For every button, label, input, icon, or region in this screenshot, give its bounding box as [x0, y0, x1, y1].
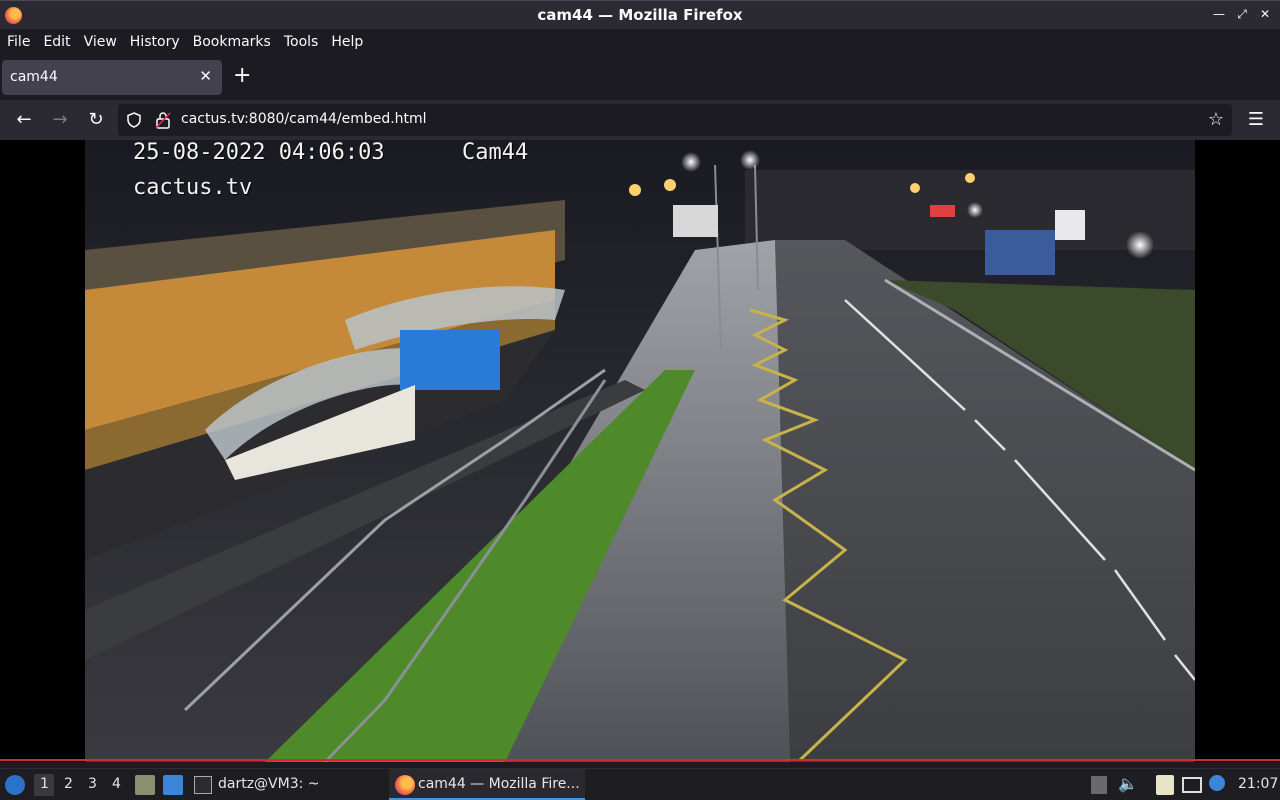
- menu-history[interactable]: History: [130, 34, 180, 50]
- menu-help[interactable]: Help: [331, 34, 363, 50]
- app-menu-icon[interactable]: ☰: [1244, 108, 1268, 132]
- firefox-task: cam44 — Mozilla Fire...: [418, 776, 580, 792]
- page-content: 25-08-2022 04:06:03 Cam44 cactus.tv: [0, 140, 1280, 762]
- camera-scene: [85, 140, 1195, 762]
- notification-icon[interactable]: [1209, 775, 1225, 791]
- tab-strip: cam44 ✕ +: [0, 54, 1280, 100]
- video-timestamp: 25-08-2022 04:06:03: [133, 140, 385, 165]
- minimize-icon[interactable]: —: [1212, 7, 1226, 22]
- navigation-bar: ← → ↻ cactus.tv:8080/cam44/embed.html ☆ …: [0, 100, 1280, 140]
- window-controls: — ⤢ ✕: [1212, 7, 1272, 22]
- url-text: cactus.tv:8080/cam44/embed.html: [181, 111, 427, 127]
- menu-tools[interactable]: Tools: [284, 34, 319, 50]
- bookmark-star-icon[interactable]: ☆: [1204, 108, 1228, 132]
- workspace-3[interactable]: 3: [88, 776, 97, 792]
- terminal-task[interactable]: dartz@VM3: ~: [218, 776, 320, 792]
- back-icon[interactable]: ←: [12, 108, 36, 132]
- desktop-icon[interactable]: [163, 775, 183, 795]
- video-camera-name: Cam44: [462, 140, 529, 165]
- tray-eject-icon[interactable]: [1091, 776, 1107, 794]
- menu-file[interactable]: File: [7, 34, 30, 50]
- window-title: cam44 — Mozilla Firefox: [537, 6, 743, 24]
- start-menu-icon[interactable]: [5, 775, 25, 795]
- notes-icon[interactable]: [1156, 775, 1174, 795]
- tab-cam44[interactable]: cam44 ✕: [2, 60, 222, 95]
- window-titlebar: cam44 — Mozilla Firefox — ⤢ ✕: [0, 0, 1280, 29]
- menu-edit[interactable]: Edit: [43, 34, 70, 50]
- workspace-1[interactable]: 1: [40, 776, 49, 792]
- menu-bar: File Edit View History Bookmarks Tools H…: [0, 29, 1280, 54]
- taskbar: 1 2 3 4 dartz@VM3: ~ cam44 — Mozilla Fir…: [0, 768, 1280, 800]
- shield-icon[interactable]: [126, 112, 142, 128]
- lock-icon[interactable]: [155, 111, 171, 129]
- network-icon[interactable]: [1182, 777, 1202, 793]
- video-brand: cactus.tv: [133, 175, 253, 200]
- camera-video[interactable]: 25-08-2022 04:06:03 Cam44 cactus.tv: [85, 140, 1195, 762]
- reload-icon[interactable]: ↻: [84, 108, 108, 132]
- close-tab-icon[interactable]: ✕: [199, 67, 212, 85]
- menu-bookmarks[interactable]: Bookmarks: [193, 34, 271, 50]
- file-manager-icon[interactable]: [135, 775, 155, 795]
- clock[interactable]: 21:07: [1238, 776, 1278, 792]
- terminal-icon: [194, 776, 212, 794]
- video-progress-bar[interactable]: [0, 759, 1280, 761]
- url-bar[interactable]: cactus.tv:8080/cam44/embed.html: [118, 104, 1232, 136]
- tab-label: cam44: [10, 69, 58, 85]
- maximize-icon[interactable]: ⤢: [1235, 7, 1249, 22]
- new-tab-icon[interactable]: +: [233, 65, 251, 87]
- forward-icon[interactable]: →: [48, 108, 72, 132]
- firefox-task-icon: [395, 775, 415, 795]
- volume-icon[interactable]: 🔈: [1118, 774, 1138, 793]
- workspace-4[interactable]: 4: [112, 776, 121, 792]
- menu-view[interactable]: View: [84, 34, 117, 50]
- workspace-2[interactable]: 2: [64, 776, 73, 792]
- close-window-icon[interactable]: ✕: [1258, 7, 1272, 22]
